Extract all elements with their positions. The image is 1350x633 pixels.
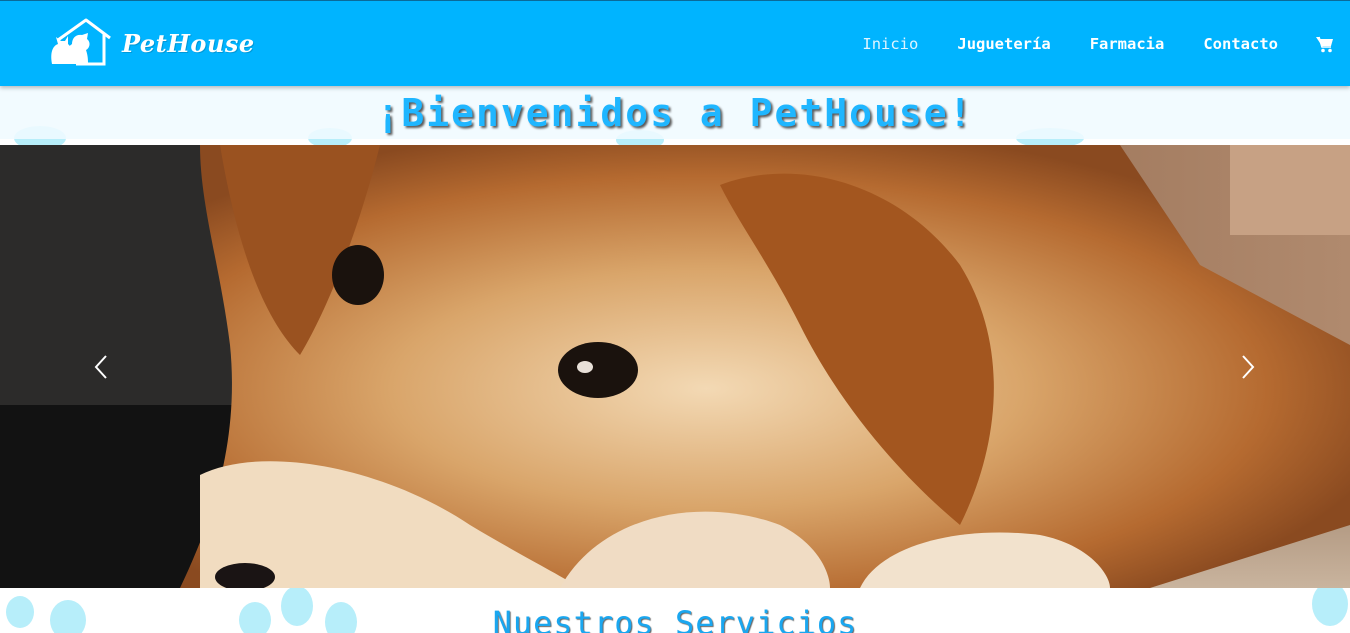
brand-name: PetHouse	[122, 28, 255, 58]
nav-link-contacto[interactable]: Contacto	[1203, 35, 1278, 53]
main-navbar: PetHouse Inicio Juguetería Farmacia Cont…	[0, 0, 1350, 86]
nav-link-farmacia[interactable]: Farmacia	[1090, 35, 1165, 53]
shopping-cart-icon	[1316, 36, 1333, 53]
pethouse-logo-icon	[51, 18, 111, 66]
carousel-prev-button[interactable]	[86, 350, 116, 384]
brand-link[interactable]: PetHouse	[46, 18, 255, 68]
nav-link-inicio[interactable]: Inicio	[862, 35, 918, 53]
welcome-title: ¡Bienvenidos a PetHouse!	[376, 90, 974, 135]
chevron-left-icon	[94, 355, 107, 379]
chevron-right-icon	[1242, 355, 1255, 379]
services-title: Nuestros Servicios	[492, 604, 858, 633]
cart-button[interactable]	[1316, 35, 1334, 53]
hero-carousel	[0, 145, 1350, 588]
carousel-dog-photo	[0, 145, 1350, 588]
carousel-next-button[interactable]	[1233, 350, 1263, 384]
nav-links: Inicio Juguetería Farmacia Contacto	[823, 1, 1350, 87]
nav-link-jugueteria[interactable]: Juguetería	[957, 35, 1050, 53]
welcome-banner: ¡Bienvenidos a PetHouse!	[0, 86, 1350, 139]
